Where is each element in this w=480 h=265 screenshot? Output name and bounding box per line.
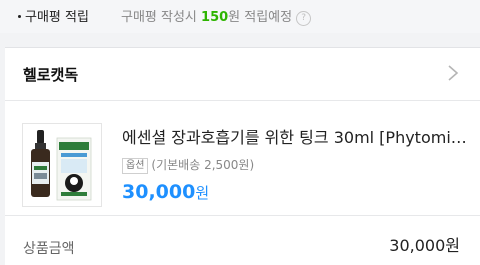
price-unit: 원	[195, 184, 210, 202]
option-tag: 옵션	[122, 158, 149, 174]
chevron-right-icon	[448, 65, 459, 81]
product-amount-label: 상품금액	[23, 241, 75, 257]
review-point-amount: 150	[201, 10, 229, 25]
review-point-description: 구매평 작성시 150원 적립예정?	[121, 6, 312, 27]
order-card: 헬로캣독 에센셜 장과호흡기를 위한 팅크 30ml [Phytomist] 옵…	[5, 47, 480, 265]
product-name[interactable]: 에센셜 장과호흡기를 위한 팅크 30ml [Phytomist]	[122, 124, 467, 148]
price-value: 30,000	[122, 181, 196, 203]
review-desc-prefix: 구매평 작성시	[121, 10, 202, 25]
product-thumbnail[interactable]	[22, 123, 102, 207]
store-name: 헬로캣독	[23, 66, 79, 84]
review-desc-suffix: 원 적립예정	[228, 10, 293, 25]
product-option: 옵션 (기본배송 2,500원)	[122, 156, 254, 175]
bullet-dot-icon	[18, 15, 21, 18]
product-item[interactable]: 에센셜 장과호흡기를 위한 팅크 30ml [Phytomist] 옵션 (기본배…	[5, 101, 480, 216]
option-text: (기본배송 2,500원)	[151, 158, 255, 172]
order-detail-page: 구매평 적립 구매평 작성시 150원 적립예정? 헬로캣독 에센셜 장과호흡기…	[0, 0, 480, 265]
product-bottle-image	[31, 130, 92, 201]
review-point-label: 구매평 적립	[18, 6, 89, 25]
store-link-row[interactable]: 헬로캣독	[5, 48, 480, 101]
question-circle-icon[interactable]: ?	[296, 11, 312, 26]
review-point-row: 구매평 적립 구매평 작성시 150원 적립예정?	[0, 0, 480, 33]
product-amount-value: 30,000원	[389, 236, 460, 255]
product-amount-row: 상품금액 30,000원	[5, 232, 480, 265]
product-price: 30,000원	[122, 181, 209, 203]
